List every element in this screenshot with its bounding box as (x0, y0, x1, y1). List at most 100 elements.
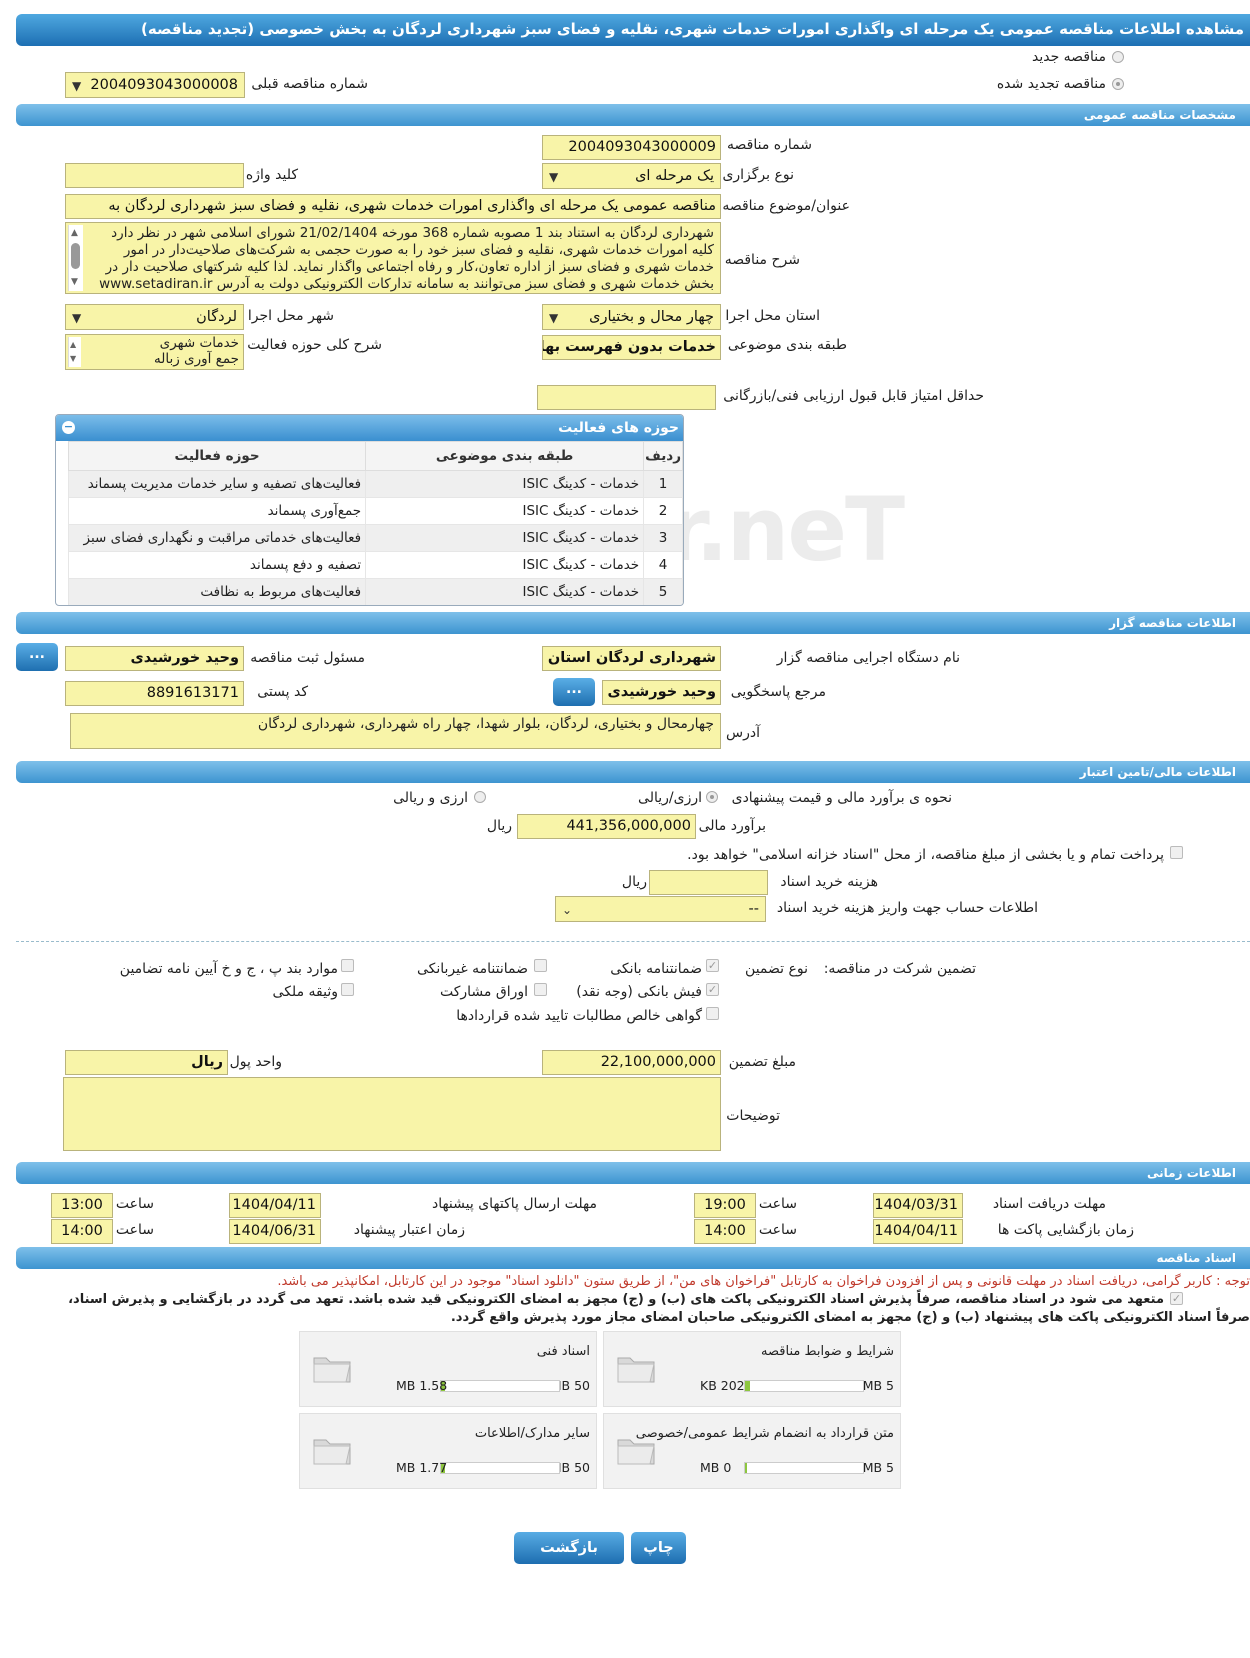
description-textarea[interactable]: شهرداری لردگان به استناد بند 1 مصوبه شما… (65, 222, 721, 294)
chevron-down-icon: ▼ (549, 311, 559, 325)
province-select[interactable]: چهار محال و بختیاری ▼ (542, 304, 721, 330)
table-cell: تصفیه و دفع پسماند (67, 551, 367, 579)
rial-fx-radio[interactable] (706, 791, 718, 803)
open-time-label: زمان بازگشایی پاکت ها (997, 1222, 1134, 1238)
rial-fx-label: ارزی/ریالی (638, 790, 702, 806)
new-tender-radio[interactable] (1112, 51, 1124, 63)
description-scrollbar[interactable]: ▲ ▼ (68, 225, 83, 291)
table-cell: فعالیت‌های خدماتی مراقبت و نگهداری فضای … (67, 524, 367, 552)
table-cell: خدمات - کدینگ ISIC (365, 578, 645, 605)
section-general-header: مشخصات مناقصه عمومی (16, 104, 1250, 126)
file-size: 1.58 MB (396, 1378, 448, 1393)
property-checkbox[interactable] (341, 983, 354, 996)
category-field: خدمات بدون فهرست بها (542, 335, 721, 360)
send-deadline-time: 13:00 (51, 1193, 113, 1218)
currency-label: واحد پول (229, 1054, 282, 1070)
prev-number-select[interactable]: 2004093043000008 ▼ (65, 72, 245, 98)
province-label: استان محل اجرا (725, 308, 820, 324)
file-max-size: 5 MB (862, 1378, 894, 1393)
city-value: لردگان (196, 309, 237, 325)
activity-desc-scrollbar[interactable]: ▲ ▼ (68, 337, 81, 367)
table-cell: 1 (643, 470, 683, 498)
validity-label: زمان اعتبار پیشنهاد (353, 1222, 465, 1238)
subject-label: عنوان/موضوع مناقصه (722, 198, 850, 214)
table-row: 3 خدمات - کدینگ ISIC فعالیت‌های خدماتی م… (67, 524, 683, 552)
renewed-tender-radio[interactable] (1112, 78, 1124, 90)
bonds-checkbox[interactable] (534, 983, 547, 996)
notes-label: توضیحات (726, 1108, 780, 1124)
file-progress-fill (745, 1463, 747, 1473)
table-row: 4 خدمات - کدینگ ISIC تصفیه و دفع پسماند (67, 551, 683, 579)
account-value: -- (748, 901, 759, 917)
section-docs-header: اسناد مناقصه (16, 1247, 1250, 1269)
responsible-lookup-button[interactable]: ... (16, 643, 58, 671)
nonbank-guarantee-checkbox[interactable] (534, 959, 547, 972)
file-progress (744, 1380, 864, 1392)
file-box[interactable]: سایر مدارک/اطلاعات 50 MB 1.77 MB (299, 1413, 597, 1489)
validity-time-label: ساعت (115, 1222, 154, 1238)
file-progress (440, 1462, 560, 1474)
holding-type-value: یک مرحله ای (635, 168, 714, 184)
description-line: بخش خدمات شهری و فضای سبز می‌توانند به س… (99, 276, 714, 292)
category-label: طبقه بندی موضوعی (727, 337, 847, 353)
folder-icon (310, 1428, 354, 1476)
province-value: چهار محال و بختیاری (589, 309, 714, 325)
city-select[interactable]: لردگان ▼ (65, 304, 244, 330)
bank-receipt-label: فیش بانکی (وجه نقد) (576, 984, 702, 1000)
items-guarantee-checkbox[interactable] (341, 959, 354, 972)
reference-lookup-button[interactable]: ... (553, 678, 595, 706)
activity-table: حوزه های فعالیت − ردیف طبقه بندی موضوعی … (55, 414, 684, 606)
city-label: شهر محل اجرا (247, 308, 334, 324)
table-cell: خدمات - کدینگ ISIC (365, 497, 645, 525)
reference-label: مرجع پاسخگویی (730, 684, 826, 700)
table-row: 2 خدمات - کدینگ ISIC جمع‌آوری پسماند (67, 497, 683, 525)
holding-type-select[interactable]: یک مرحله ای ▼ (542, 163, 721, 189)
certificate-checkbox[interactable] (706, 1007, 719, 1020)
file-box[interactable]: شرایط و ضوابط مناقصه 5 MB 202 KB (603, 1331, 901, 1407)
guarantee-amount-field: 22,100,000,000 (542, 1050, 721, 1075)
chevron-down-icon: ▼ (72, 79, 82, 93)
keyword-field[interactable] (65, 163, 244, 188)
doc-cost-field (649, 870, 768, 895)
section-organizer-header: اطلاعات مناقصه گزار (16, 612, 1250, 634)
file-box[interactable]: متن قرارداد به انضمام شرایط عمومی/خصوصی … (603, 1413, 901, 1489)
table-cell: 3 (643, 524, 683, 552)
table-cell: 2 (643, 497, 683, 525)
send-deadline-date: 1404/04/11 (229, 1193, 321, 1218)
doc-cost-label: هزینه خرید اسناد (780, 874, 878, 890)
treasury-text: پرداخت تمام و یا بخشی از مبلغ مناقصه، از… (687, 847, 1164, 863)
account-select[interactable]: -- ⌄ (555, 896, 766, 922)
activity-desc-line: خدمات شهری (159, 335, 239, 351)
bank-receipt-checkbox[interactable]: ✓ (706, 983, 719, 996)
divider (16, 941, 1250, 942)
responsible-label: مسئول ثبت مناقصه (250, 650, 365, 666)
file-name: متن قرارداد به انضمام شرایط عمومی/خصوصی (635, 1426, 894, 1441)
activity-desc-label: شرح کلی حوزه فعالیت (247, 337, 382, 353)
doc-cost-unit: ریال (621, 874, 647, 890)
file-max-size: 5 MB (862, 1460, 894, 1475)
address-label: آدرس (726, 725, 760, 741)
guarantee-title: تضمین شرکت در مناقصه: (823, 961, 976, 977)
min-score-label: حداقل امتیاز قابل قبول ارزیابی فنی/بازرگ… (723, 388, 984, 404)
activity-desc-list[interactable]: خدمات شهری جمع آوری زباله ▲ ▼ (65, 334, 244, 370)
treasury-checkbox[interactable] (1170, 846, 1183, 859)
open-date: 1404/04/11 (873, 1219, 963, 1244)
file-box[interactable]: اسناد فنی 50 MB 1.58 MB (299, 1331, 597, 1407)
section-timing-header: اطلاعات زمانی (16, 1162, 1250, 1184)
org-name-label: نام دستگاه اجرایی مناقصه گزار (776, 650, 960, 666)
doc-receive-time-label: ساعت (758, 1196, 797, 1212)
property-label: وثیقه ملکی (272, 984, 338, 1000)
fx-and-rial-radio[interactable] (474, 791, 486, 803)
responsible-field: وحید خورشیدی (65, 646, 244, 671)
back-button[interactable]: بازگشت (514, 1532, 624, 1564)
bank-guarantee-checkbox[interactable]: ✓ (706, 959, 719, 972)
file-progress (440, 1380, 560, 1392)
table-cell: فعالیت‌های مربوط به نظافت (67, 578, 367, 605)
org-name-field: شهرداری لردگان استان چهار (542, 646, 721, 671)
col-header-row: ردیف (643, 441, 683, 471)
collapse-icon[interactable]: − (62, 421, 75, 434)
validity-date: 1404/06/31 (229, 1219, 321, 1244)
print-button[interactable]: چاپ (631, 1532, 686, 1564)
prev-number-value: 2004093043000008 (90, 77, 238, 93)
new-tender-label: مناقصه جدید (1031, 49, 1106, 65)
